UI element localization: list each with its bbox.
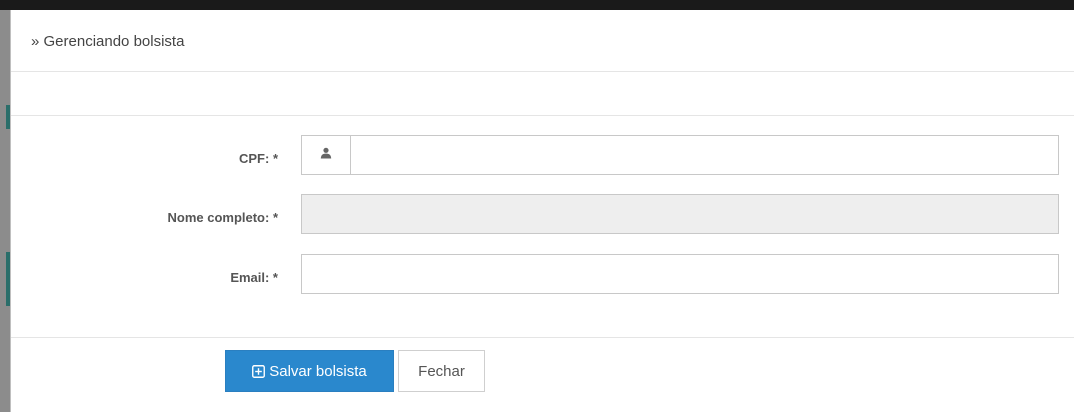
modal-header: » Gerenciando bolsista bbox=[11, 10, 1074, 72]
cpf-label: CPF: * bbox=[239, 151, 278, 166]
save-bolsista-button[interactable]: Salvar bolsista bbox=[225, 350, 394, 392]
cpf-addon bbox=[301, 135, 351, 175]
email-input[interactable] bbox=[301, 254, 1059, 294]
cpf-input[interactable] bbox=[350, 135, 1059, 175]
modal-title: » Gerenciando bolsista bbox=[31, 33, 185, 50]
user-icon bbox=[320, 146, 332, 164]
window-top-bar bbox=[0, 0, 1074, 10]
nome-completo-label: Nome completo: * bbox=[167, 210, 278, 225]
background-page-edge bbox=[0, 10, 10, 412]
bolsista-form: CPF: * Nome completo: * Email: * bbox=[11, 116, 1074, 338]
modal-dialog: » Gerenciando bolsista CPF: * Nome compl… bbox=[10, 10, 1074, 412]
modal-spacer bbox=[11, 72, 1074, 116]
save-bolsista-label: Salvar bolsista bbox=[269, 362, 367, 380]
plus-square-icon bbox=[252, 364, 266, 378]
nome-completo-input bbox=[301, 194, 1059, 234]
modal-footer: Salvar bolsista Fechar bbox=[11, 338, 1074, 411]
email-label: Email: * bbox=[230, 270, 278, 285]
close-button[interactable]: Fechar bbox=[398, 350, 485, 392]
close-button-label: Fechar bbox=[418, 362, 465, 380]
